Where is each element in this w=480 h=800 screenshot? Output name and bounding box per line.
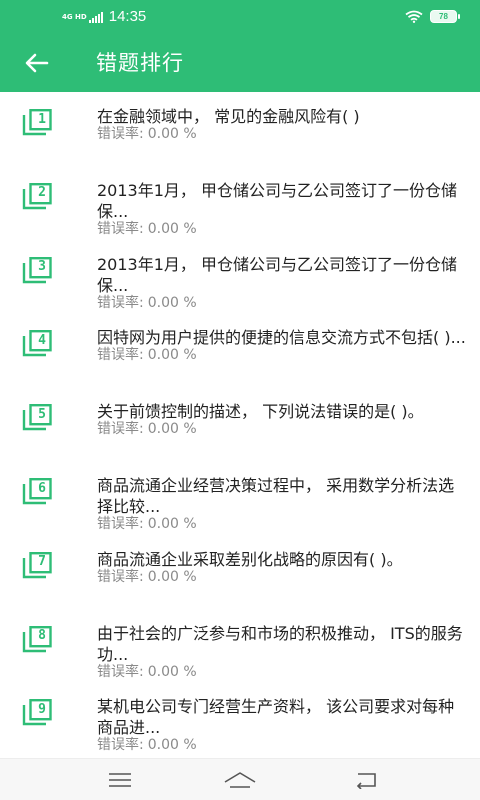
error-rate: 错误率: 0.00 %	[97, 568, 197, 586]
network-type: 4G HD	[62, 12, 87, 21]
signal-icon	[88, 11, 104, 23]
menu-icon	[109, 773, 131, 787]
rank-badge-icon: 1	[22, 109, 52, 136]
rank-badge-icon: 7	[22, 551, 52, 579]
error-rate-label: 错误率:	[97, 737, 144, 754]
error-rate-value: 0.00 %	[147, 220, 197, 237]
error-rate: 错误率: 0.00 %	[97, 125, 197, 143]
error-rate-label: 错误率:	[97, 126, 144, 142]
question-text: 2013年1月， 甲仓储公司与乙公司签订了一份仓储保...	[97, 180, 457, 221]
error-rate-label: 错误率:	[97, 421, 144, 438]
system-nav-bar	[0, 758, 480, 800]
question-text: 商品流通企业采取差别化战略的原因有( )。	[97, 549, 403, 569]
error-rate-value: 0.00 %	[147, 347, 197, 364]
list-item[interactable]: 3 2013年1月， 甲仓储公司与乙公司签订了一份仓储保... 错误率: 0.00 %	[0, 240, 480, 312]
list-item[interactable]: 1 在金融领域中， 常见的金融风险有( ) 错误率: 0.00 %	[0, 92, 480, 164]
error-rate-label: 错误率:	[97, 294, 144, 311]
error-rate: 错误率: 0.00 %	[97, 663, 197, 681]
wifi-icon	[405, 10, 423, 23]
battery-level: 78	[439, 12, 448, 21]
list-item[interactable]: 2 2013年1月， 甲仓储公司与乙公司签订了一份仓储保... 错误率: 0.00 %	[0, 166, 480, 238]
status-bar: 4G HD 14:35 78	[0, 0, 480, 34]
rank-number: 6	[38, 480, 46, 496]
list-item[interactable]: 4 因特网为用户提供的便捷的信息交流方式不包括( )... 错误率: 0.00 %	[0, 313, 480, 385]
question-text: 商品流通企业经营决策过程中， 采用数学分析法选择比较...	[97, 476, 455, 516]
error-rate-label: 错误率:	[97, 516, 144, 532]
rank-number: 1	[38, 111, 46, 127]
list-item[interactable]: 7 商品流通企业采取差别化战略的原因有( )。 错误率: 0.00 %	[0, 535, 480, 607]
list-item[interactable]: 8 由于社会的广泛参与和市场的积极推动， ITS的服务功... 错误率: 0.00 %	[0, 609, 480, 681]
question-text: 在金融领域中， 常见的金融风险有( )	[97, 107, 360, 126]
rank-badge-icon: 5	[22, 404, 52, 431]
list-item[interactable]: 9 某机电公司专门经营生产资料， 该公司要求对每种商品进... 错误率: 0.00 %	[0, 682, 480, 754]
question-text: 关于前馈控制的描述， 下列说法错误的是( )。	[97, 402, 424, 422]
error-rate-value: 0.00 %	[147, 126, 197, 142]
rank-number: 5	[38, 406, 46, 422]
error-rate-label: 错误率:	[97, 568, 144, 585]
rank-badge-icon: 3	[22, 256, 52, 284]
rank-number: 3	[38, 259, 46, 275]
back-button[interactable]	[22, 48, 52, 78]
error-rate: 错误率: 0.00 %	[97, 346, 197, 364]
status-right: 78	[405, 10, 460, 23]
list-item[interactable]: 5 关于前馈控制的描述， 下列说法错误的是( )。 错误率: 0.00 %	[0, 387, 480, 459]
error-rate-value: 0.00 %	[147, 294, 197, 311]
error-rate: 错误率: 0.00 %	[97, 736, 197, 754]
home-icon	[224, 772, 256, 788]
status-left: 4G HD 14:35	[62, 8, 146, 26]
question-text: 某机电公司专门经营生产资料， 该公司要求对每种商品进...	[97, 697, 455, 738]
error-rate-value: 0.00 %	[147, 737, 197, 754]
rank-badge-icon: 6	[22, 478, 52, 505]
question-text: 因特网为用户提供的便捷的信息交流方式不包括( )...	[97, 328, 466, 348]
arrow-left-icon	[25, 53, 49, 73]
rank-badge-icon: 9	[22, 699, 52, 726]
error-rate: 错误率: 0.00 %	[97, 420, 197, 438]
question-text: 2013年1月， 甲仓储公司与乙公司签订了一份仓储保...	[97, 254, 457, 295]
rank-number: 9	[38, 701, 46, 717]
error-rate-value: 0.00 %	[147, 516, 197, 532]
page-title: 错题排行	[96, 51, 184, 75]
error-rate-label: 错误率:	[97, 347, 144, 364]
rank-number: 4	[38, 332, 46, 348]
question-text: 由于社会的广泛参与和市场的积极推动， ITS的服务功...	[97, 623, 463, 664]
rank-badge-icon: 2	[22, 182, 52, 210]
error-rate-value: 0.00 %	[147, 568, 197, 585]
system-back-button[interactable]	[346, 768, 386, 792]
battery-icon: 78	[430, 10, 460, 23]
error-rate: 错误率: 0.00 %	[97, 220, 197, 238]
error-rate-label: 错误率:	[97, 663, 144, 680]
error-rate-value: 0.00 %	[147, 421, 197, 438]
rank-number: 8	[38, 628, 46, 644]
status-time: 14:35	[108, 8, 147, 25]
home-button[interactable]	[220, 768, 260, 792]
question-list: 1 在金融领域中， 常见的金融风险有( ) 错误率: 0.00 % 2 2013年1月， …	[0, 92, 480, 758]
error-rate: 错误率: 0.00 %	[97, 294, 197, 312]
error-rate-value: 0.00 %	[147, 663, 197, 680]
error-rate-label: 错误率:	[97, 220, 144, 237]
rank-number: 2	[38, 185, 46, 201]
error-rate: 错误率: 0.00 %	[97, 515, 197, 533]
app-bar: 错题排行	[0, 34, 480, 92]
list-item[interactable]: 6 商品流通企业经营决策过程中， 采用数学分析法选择比较... 错误率: 0.00 %	[0, 461, 480, 533]
rank-badge-icon: 8	[22, 625, 52, 653]
rank-number: 7	[38, 554, 46, 570]
menu-button[interactable]	[100, 768, 140, 792]
rank-badge-icon: 4	[22, 330, 52, 357]
back-icon	[356, 773, 376, 789]
